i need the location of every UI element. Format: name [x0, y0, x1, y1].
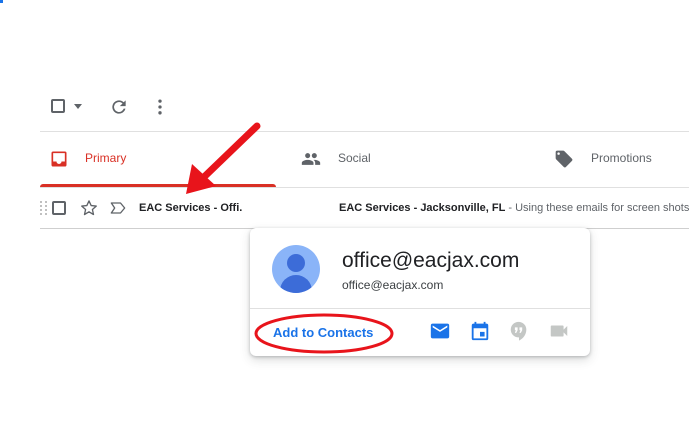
email-snippet: - Using these emails for screen shots fo: [505, 202, 689, 214]
drag-handle-icon[interactable]: [40, 200, 48, 216]
select-dropdown-caret-icon[interactable]: [74, 104, 82, 109]
email-subject-line: EAC Services - Jacksonville, FL - Using …: [339, 202, 689, 214]
email-sender: EAC Services - Offi.: [139, 202, 243, 214]
tab-social-label: Social: [338, 151, 371, 165]
tab-promotions[interactable]: Promotions: [530, 131, 689, 187]
tab-social[interactable]: Social: [276, 131, 530, 187]
hangouts-icon[interactable]: [508, 320, 530, 342]
email-subject: EAC Services - Jacksonville, FL: [339, 202, 506, 214]
tab-primary-label: Primary: [85, 151, 127, 165]
inbox-icon: [51, 151, 67, 167]
star-icon[interactable]: [79, 198, 99, 218]
email-icon[interactable]: [429, 320, 451, 342]
refresh-icon[interactable]: [109, 97, 129, 117]
annotation-arrow-icon: [186, 122, 261, 194]
select-all-checkbox[interactable]: [51, 99, 65, 113]
corner-marker: [0, 0, 3, 3]
people-icon: [301, 153, 321, 165]
tag-icon: [555, 150, 573, 168]
contact-email: office@eacjax.com: [342, 278, 444, 292]
row-checkbox[interactable]: [52, 201, 66, 215]
annotation-oval: [254, 313, 394, 354]
tab-promotions-label: Promotions: [591, 151, 652, 165]
avatar: [272, 245, 320, 293]
card-divider: [250, 308, 590, 309]
contact-name: office@eacjax.com: [342, 249, 520, 272]
more-options-icon[interactable]: [150, 97, 170, 117]
email-row[interactable]: EAC Services - Offi. EAC Services - Jack…: [40, 188, 689, 228]
video-icon[interactable]: [548, 320, 570, 342]
importance-marker-icon[interactable]: [108, 198, 128, 218]
calendar-icon[interactable]: [469, 320, 491, 342]
